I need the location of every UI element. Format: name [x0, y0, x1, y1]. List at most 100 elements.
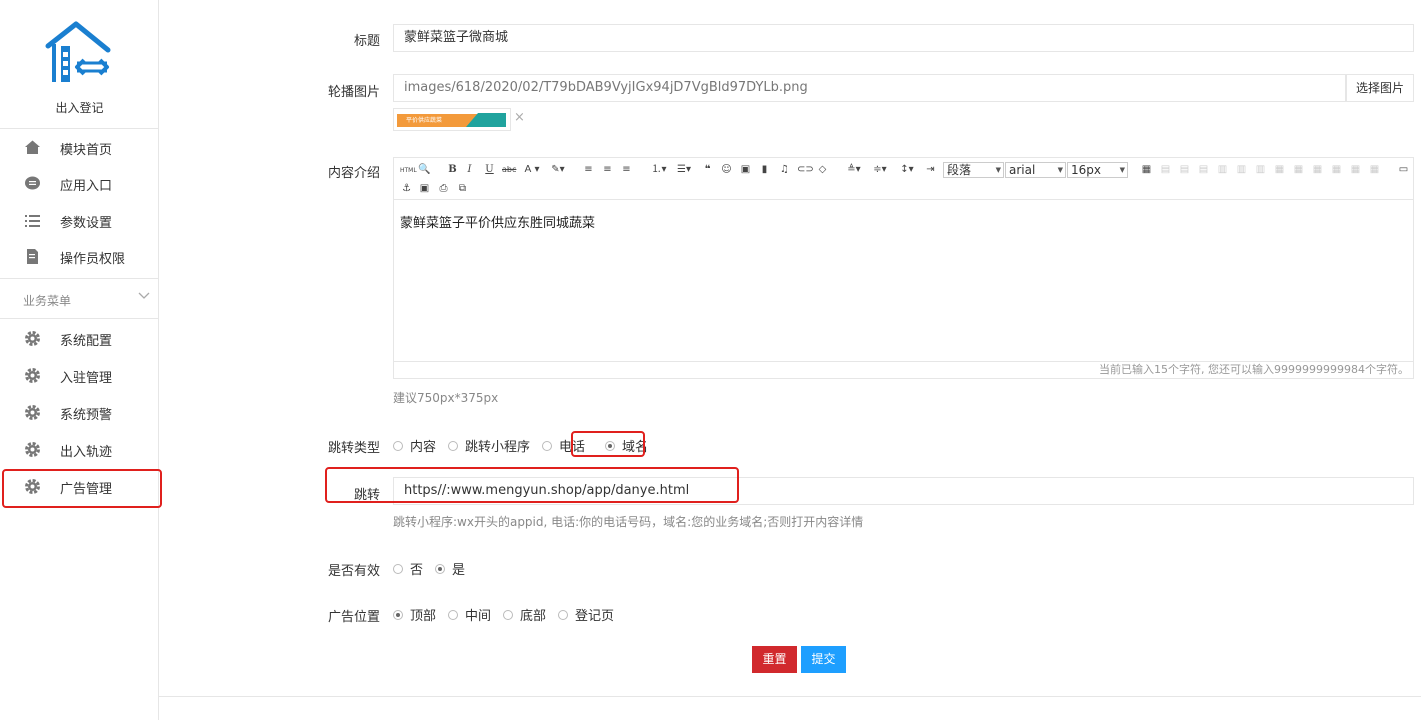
gear-icon: [25, 442, 40, 457]
split-cols-icon[interactable]: ▦: [1368, 164, 1381, 175]
align-center-icon[interactable]: ≡: [601, 164, 614, 175]
highlight-domain-option: [571, 431, 645, 457]
indent-icon[interactable]: ⇥: [924, 164, 937, 175]
print-icon[interactable]: ⎙: [437, 183, 450, 194]
submit-button[interactable]: 提交: [801, 646, 846, 673]
building-logo-icon: [45, 21, 111, 82]
choose-image-button[interactable]: 选择图片: [1346, 74, 1414, 102]
underline-icon[interactable]: U: [483, 164, 496, 175]
unordered-list-icon[interactable]: ☰▾: [674, 164, 694, 175]
font-family-select[interactable]: arial ▼: [1005, 162, 1066, 178]
sidebar-item-label: 参数设置: [60, 216, 113, 231]
drafts-icon[interactable]: ⧉: [456, 183, 469, 194]
sidebar-item-permissions[interactable]: 操作员权限: [0, 238, 159, 274]
split-rows-icon[interactable]: ▦: [1349, 164, 1362, 175]
position-radio-group: 顶部 中间 底部 登记页: [393, 605, 626, 624]
anchor-icon[interactable]: ⚓: [400, 183, 413, 194]
radio-label: 中间: [465, 609, 492, 624]
close-icon[interactable]: ×: [514, 110, 525, 125]
jump-type-label: 跳转类型: [327, 441, 380, 456]
merge-cells-icon[interactable]: ▦: [1273, 164, 1286, 175]
valid-yes[interactable]: 是: [435, 559, 465, 578]
align-left-icon[interactable]: ≡: [582, 164, 595, 175]
emotion-icon[interactable]: ☺: [720, 164, 733, 175]
jump-type-content[interactable]: 内容: [393, 436, 436, 455]
font-color-icon[interactable]: A ▾: [522, 164, 542, 175]
title-label: 标题: [353, 34, 380, 49]
insert-col-right-icon[interactable]: ▥: [1235, 164, 1248, 175]
home-icon: [25, 140, 40, 154]
split-cells-icon[interactable]: ▦: [1330, 164, 1343, 175]
image-icon[interactable]: ▣: [739, 164, 752, 175]
font-size-select[interactable]: 16px ▼: [1067, 162, 1128, 178]
radio-icon: [503, 609, 514, 620]
ordered-list-icon[interactable]: ⒈▾: [649, 164, 669, 175]
logo-area: 出入登记: [0, 0, 158, 129]
delete-col-icon[interactable]: ▥: [1254, 164, 1267, 175]
radio-label: 内容: [410, 440, 437, 455]
editor-content[interactable]: 蒙鲜菜篮子平价供应东胜同城蔬菜: [394, 200, 1413, 356]
highlight-icon[interactable]: ✎▾: [548, 164, 568, 175]
line-height-icon[interactable]: ≜▾: [844, 164, 864, 175]
carousel-path-input[interactable]: images/618/2020/02/T79bDAB9VyjIGx94jD7Vg…: [393, 74, 1346, 102]
html-source-icon[interactable]: HTML: [400, 165, 417, 176]
sidebar-item-label: 系统配置: [60, 334, 113, 349]
sidebar-item-label: 应用入口: [60, 179, 113, 194]
logo-text: 出入登记: [55, 101, 104, 115]
link-icon[interactable]: ⊂⊃: [797, 164, 814, 175]
bold-icon[interactable]: B: [446, 164, 459, 175]
merge-down-icon[interactable]: ▦: [1311, 164, 1324, 175]
sidebar-item-trace[interactable]: 出入轨迹: [0, 431, 159, 467]
radio-label: 否: [410, 563, 424, 578]
sidebar-item-home[interactable]: 模块首页: [0, 129, 159, 165]
sidebar-item-label: 出入轨迹: [60, 445, 113, 460]
sidebar-item-app-entry[interactable]: 应用入口: [0, 165, 159, 201]
strikethrough-icon[interactable]: abc: [502, 164, 516, 175]
jump-type-miniprogram[interactable]: 跳转小程序: [448, 436, 530, 455]
sidebar-item-system-warning[interactable]: 系统预警: [0, 394, 159, 430]
delete-row-icon[interactable]: ▤: [1197, 164, 1210, 175]
gear-icon: [25, 405, 40, 420]
zoom-icon[interactable]: 🔍: [418, 164, 431, 175]
insert-row-below-icon[interactable]: ▤: [1178, 164, 1191, 175]
insert-col-left-icon[interactable]: ▥: [1216, 164, 1229, 175]
font-size-value: 16px: [1071, 163, 1101, 177]
template-icon[interactable]: ▣: [418, 183, 431, 194]
valid-no[interactable]: 否: [393, 559, 423, 578]
sidebar-item-system-config[interactable]: 系统配置: [0, 320, 159, 356]
position-top[interactable]: 顶部: [393, 605, 436, 624]
paragraph-format-select[interactable]: 段落 ▼: [943, 162, 1004, 178]
position-middle[interactable]: 中间: [448, 605, 491, 624]
gear-icon: [25, 368, 40, 383]
position-register-page[interactable]: 登记页: [558, 605, 614, 624]
paragraph-spacing-icon[interactable]: ≑▾: [870, 164, 890, 175]
preview-icon[interactable]: ▭: [1397, 164, 1410, 175]
italic-icon[interactable]: I: [463, 164, 476, 175]
sidebar-item-settle-in[interactable]: 入驻管理: [0, 357, 159, 393]
blockquote-icon[interactable]: ❝: [701, 164, 714, 175]
film-icon[interactable]: ▮: [758, 164, 771, 175]
align-right-icon[interactable]: ≡: [620, 164, 633, 175]
sidebar-divider: [0, 318, 159, 319]
position-bottom[interactable]: 底部: [503, 605, 546, 624]
music-icon[interactable]: ♫: [778, 164, 791, 175]
content-label: 内容介绍: [327, 166, 380, 181]
insert-row-above-icon[interactable]: ▤: [1159, 164, 1172, 175]
radio-label: 底部: [520, 609, 547, 624]
chevron-down-icon[interactable]: [137, 291, 151, 301]
row-spacing-icon[interactable]: ↕▾: [897, 164, 917, 175]
radio-label: 是: [452, 563, 466, 578]
font-family-value: arial: [1009, 163, 1036, 177]
paragraph-format-value: 段落: [947, 163, 972, 177]
sidebar-item-settings[interactable]: 参数设置: [0, 202, 159, 238]
position-label: 广告位置: [327, 610, 380, 625]
title-input[interactable]: 蒙鲜菜篮子微商城: [393, 24, 1414, 52]
eraser-icon[interactable]: ◇: [816, 164, 829, 175]
list-icon: [25, 215, 40, 227]
table-icon[interactable]: ▦: [1140, 164, 1153, 175]
radio-icon: [558, 609, 569, 620]
jump-hint: 跳转小程序:wx开头的appid, 电话:你的电话号码，域名:您的业务域名;否则…: [393, 515, 864, 529]
merge-right-icon[interactable]: ▦: [1292, 164, 1305, 175]
radio-selected-icon: [435, 563, 446, 574]
reset-button[interactable]: 重置: [752, 646, 797, 673]
